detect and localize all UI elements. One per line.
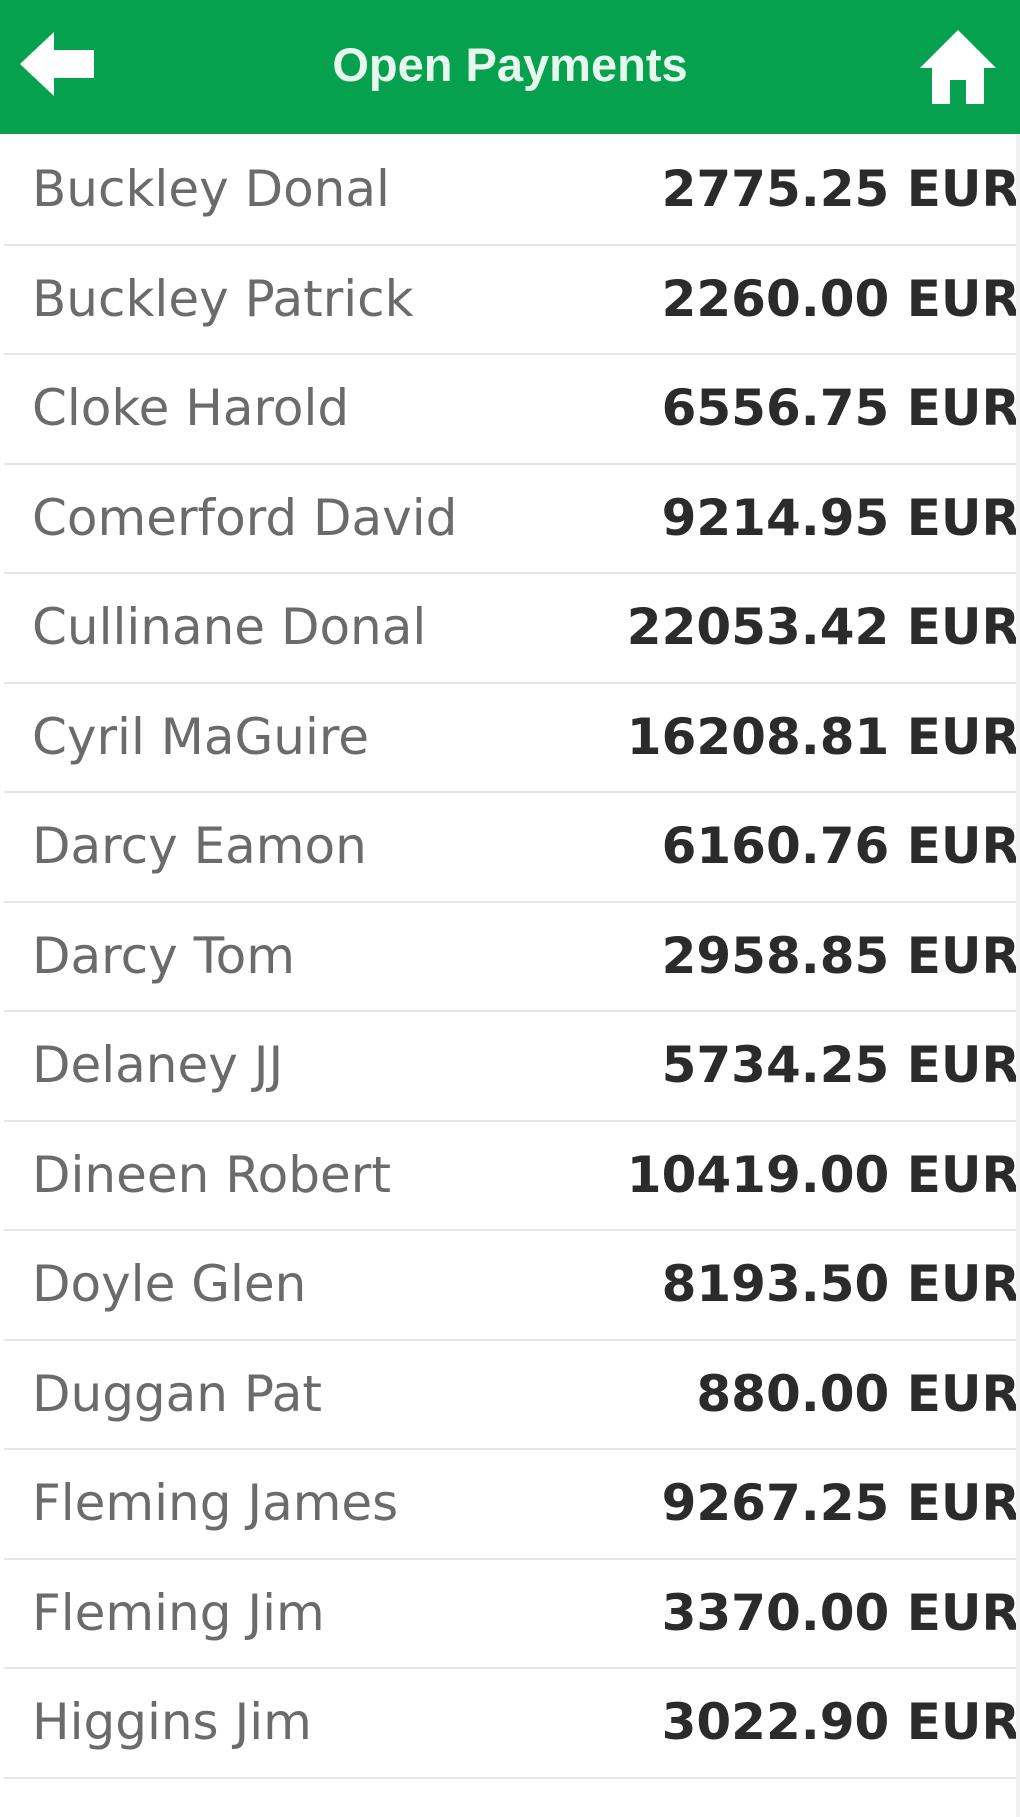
payment-amount: 2775.25 EUR xyxy=(661,160,1020,218)
payment-amount: 2958.85 EUR xyxy=(661,926,1020,985)
payment-name: Cyril MaGuire xyxy=(32,707,370,766)
back-button[interactable] xyxy=(18,28,98,100)
payment-name: Fleming James xyxy=(32,1474,399,1532)
payment-amount: 3022.90 EUR xyxy=(661,1693,1020,1751)
app-screen: Open Payments Buckley Donal 2775.25 EUR … xyxy=(0,0,1020,1817)
payment-name: Delaney JJ xyxy=(32,1036,284,1094)
payment-row[interactable]: Duggan Pat 880.00 EUR xyxy=(4,1341,1020,1450)
payment-name: Buckley Patrick xyxy=(32,269,414,328)
payment-row[interactable]: Buckley Donal 2775.25 EUR xyxy=(4,136,1020,246)
payment-row[interactable]: Dineen Robert 10419.00 EUR xyxy=(4,1122,1020,1231)
payment-amount: 2260.00 EUR xyxy=(661,269,1020,328)
payment-amount: 10419.00 EUR xyxy=(626,1145,1020,1204)
payment-name: Cloke Harold xyxy=(32,379,350,437)
payment-name: Dineen Robert xyxy=(32,1145,391,1204)
arrow-left-icon xyxy=(20,32,94,96)
payment-name: Comerford David xyxy=(32,488,458,547)
payment-row[interactable]: Darcy Tom 2958.85 EUR xyxy=(4,903,1020,1012)
page-title: Open Payments xyxy=(332,38,688,91)
payment-amount: 22053.42 EUR xyxy=(626,598,1020,656)
app-header: Open Payments xyxy=(0,0,1020,134)
payment-name: Darcy Eamon xyxy=(32,817,367,875)
payment-name: Fleming Jim xyxy=(32,1583,325,1642)
payment-amount: 9267.25 EUR xyxy=(661,1474,1020,1532)
payment-amount: 8193.50 EUR xyxy=(661,1255,1020,1313)
payment-row[interactable]: Fleming Jim 3370.00 EUR xyxy=(4,1560,1020,1669)
payment-amount: 9214.95 EUR xyxy=(661,488,1020,547)
home-icon xyxy=(920,30,996,104)
payment-row[interactable]: Higgins Jim 3022.90 EUR xyxy=(4,1669,1020,1779)
home-button[interactable] xyxy=(918,28,998,106)
payment-row[interactable]: Doyle Glen 8193.50 EUR xyxy=(4,1231,1020,1341)
payment-name: Darcy Tom xyxy=(32,926,295,985)
payment-row[interactable]: Cullinane Donal 22053.42 EUR xyxy=(4,574,1020,684)
payment-row[interactable]: Cloke Harold 6556.75 EUR xyxy=(4,355,1020,465)
scroll-edge xyxy=(1016,134,1020,1817)
payment-amount: 5734.25 EUR xyxy=(661,1036,1020,1094)
payments-list: Buckley Donal 2775.25 EUR Buckley Patric… xyxy=(4,136,1020,1779)
payment-amount: 6160.76 EUR xyxy=(661,817,1020,875)
payment-name: Higgins Jim xyxy=(32,1693,312,1751)
payment-amount: 6556.75 EUR xyxy=(661,379,1020,437)
payment-row[interactable]: Cyril MaGuire 16208.81 EUR xyxy=(4,684,1020,793)
payment-name: Doyle Glen xyxy=(32,1255,307,1313)
payment-amount: 880.00 EUR xyxy=(696,1364,1020,1423)
payment-row[interactable]: Buckley Patrick 2260.00 EUR xyxy=(4,246,1020,355)
payment-row[interactable]: Delaney JJ 5734.25 EUR xyxy=(4,1012,1020,1122)
payment-amount: 16208.81 EUR xyxy=(626,707,1020,766)
payment-name: Cullinane Donal xyxy=(32,598,427,656)
payment-row[interactable]: Comerford David 9214.95 EUR xyxy=(4,465,1020,574)
payment-row[interactable]: Fleming James 9267.25 EUR xyxy=(4,1450,1020,1560)
payment-name: Duggan Pat xyxy=(32,1364,323,1423)
payment-amount: 3370.00 EUR xyxy=(661,1583,1020,1642)
payment-row[interactable]: Darcy Eamon 6160.76 EUR xyxy=(4,793,1020,903)
payment-name: Buckley Donal xyxy=(32,160,390,218)
